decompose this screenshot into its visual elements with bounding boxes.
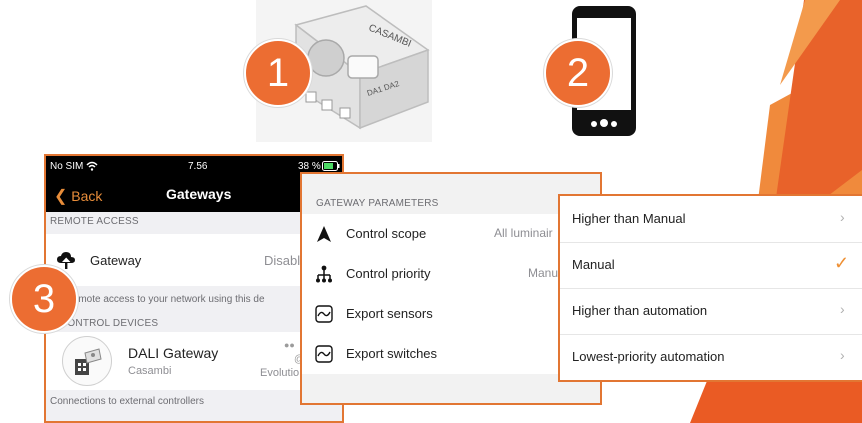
control-scope-row[interactable]: Control scope All luminair <box>302 214 600 254</box>
back-label: Back <box>71 188 103 204</box>
status-carrier: No SIM <box>50 161 84 172</box>
control-scope-label: Control scope <box>346 226 427 241</box>
chevron-right-icon: › <box>840 347 845 363</box>
menu-option-lowest-priority-automation[interactable]: Lowest-priority automation › <box>560 334 862 380</box>
control-priority-menu: Higher than Manual › Manual ✓ Higher tha… <box>558 194 862 382</box>
menu-option-label: Manual <box>572 257 615 272</box>
device-dots: ●● <box>284 340 295 350</box>
status-time: 7.56 <box>188 161 208 172</box>
gateway-parameters-panel: GATEWAY PARAMETERS Control scope All lum… <box>300 172 602 405</box>
chevron-right-icon: › <box>840 301 845 317</box>
connections-footer: Connections to external controllers <box>50 396 204 407</box>
menu-option-higher-than-manual[interactable]: Higher than Manual › <box>560 196 862 243</box>
control-priority-value: Manu <box>528 266 559 280</box>
export-switches-row: Export switches <box>302 334 600 374</box>
device-avatar <box>62 336 112 386</box>
menu-option-manual[interactable]: Manual ✓ <box>560 242 862 289</box>
device-vendor: Casambi <box>128 365 172 377</box>
hierarchy-icon <box>316 265 332 283</box>
export-switches-label: Export switches <box>346 346 438 361</box>
menu-option-label: Lowest-priority automation <box>572 349 725 364</box>
control-devices-header: CONTROL DEVICES <box>60 318 159 329</box>
navigation-arrow-icon <box>317 226 331 242</box>
navigation-bar: ❮ Back Gateways <box>46 178 342 212</box>
status-bar: No SIM 7.56 38 % <box>46 156 342 178</box>
export-sensors-row: Export sensors <box>302 294 600 334</box>
chevron-right-icon: › <box>840 209 845 225</box>
menu-option-label: Higher than automation <box>572 303 708 318</box>
gateway-parameters-header: GATEWAY PARAMETERS <box>316 198 439 209</box>
cloud-upload-icon <box>57 252 75 269</box>
remote-access-header: REMOTE ACCESS <box>50 216 139 227</box>
gateway-label: Gateway <box>90 253 142 268</box>
step-badge-1: 1 <box>244 39 312 107</box>
export-sensors-label: Export sensors <box>346 306 433 321</box>
control-priority-label: Control priority <box>346 266 431 281</box>
dali-gateway-row[interactable]: DALI Gateway Casambi ●● @ Evolutio <box>46 332 342 390</box>
gateway-remote-row[interactable]: Gateway Disabl <box>46 234 342 286</box>
checkmark-icon: ✓ <box>834 253 850 273</box>
menu-option-label: Higher than Manual <box>572 211 686 226</box>
menu-option-higher-than-automation[interactable]: Higher than automation › <box>560 288 862 335</box>
back-button[interactable]: ❮ Back <box>54 186 102 206</box>
gateways-screen: No SIM 7.56 38 % ❮ Back Gateways REMOTE … <box>44 154 344 423</box>
page-title: Gateways <box>166 186 232 202</box>
wifi-icon <box>86 161 98 171</box>
device-network: Evolutio <box>260 367 300 379</box>
device-name: DALI Gateway <box>128 345 219 361</box>
gateway-status-value: Disabl <box>264 253 301 268</box>
control-priority-row[interactable]: Control priority Manu <box>302 254 600 294</box>
status-battery-percent: 38 % <box>298 161 321 172</box>
chevron-left-icon: ❮ <box>54 188 68 205</box>
step-badge-3: 3 <box>10 265 78 333</box>
control-scope-value: All luminair <box>494 226 553 240</box>
sensor-graph-icon <box>315 305 333 323</box>
step-badge-2: 2 <box>544 39 612 107</box>
remote-access-footer: t up remote access to your network using… <box>50 294 265 305</box>
switch-graph-icon <box>315 345 333 363</box>
battery-icon <box>322 161 340 171</box>
dali-gateway-icon <box>75 348 102 375</box>
